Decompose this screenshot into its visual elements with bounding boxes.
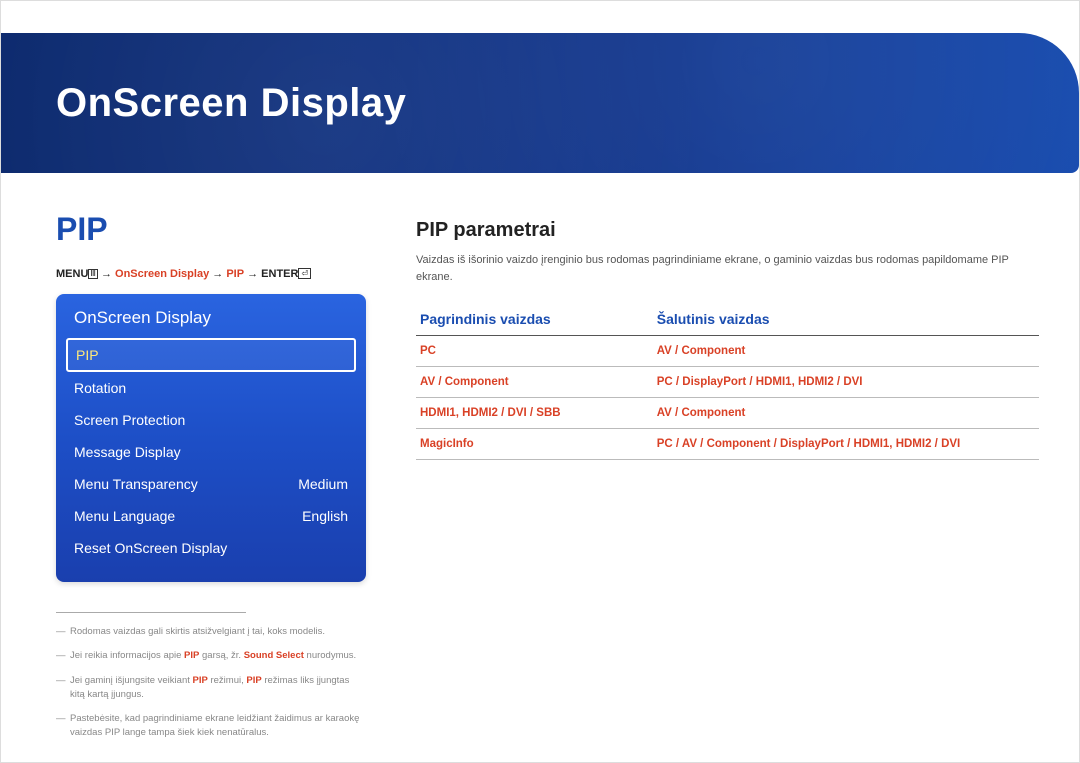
osd-item-label: Reset OnScreen Display (74, 540, 227, 556)
page: OnScreen Display PIP MENUⅢ → OnScreen Di… (0, 0, 1080, 763)
osd-panel-title: OnScreen Display (56, 308, 366, 338)
osd-item-reset[interactable]: Reset OnScreen Display (56, 532, 366, 564)
osd-item-message-display[interactable]: Message Display (56, 436, 366, 468)
table-row: MagicInfo PC / AV / Component / DisplayP… (416, 429, 1039, 460)
footnote-2: Jei reikia informacijos apie PIP garsą, … (56, 649, 366, 663)
osd-item-label: Menu Transparency (74, 476, 198, 492)
footnote-4: Pastebėsite, kad pagrindiniame ekrane le… (56, 712, 366, 741)
osd-menu-panel: OnScreen Display PIP Rotation Screen Pro… (56, 294, 366, 582)
main-source: HDMI1, HDMI2 / DVI / SBB (416, 398, 653, 429)
chapter-header: OnScreen Display (1, 33, 1079, 173)
osd-item-menu-language[interactable]: Menu Language English (56, 500, 366, 532)
osd-item-screen-protection[interactable]: Screen Protection (56, 404, 366, 436)
main-source: MagicInfo (416, 429, 653, 460)
sub-source: PC / AV / Component / DisplayPort / HDMI… (653, 429, 1039, 460)
table-row: PC AV / Component (416, 336, 1039, 367)
left-column: PIP MENUⅢ → OnScreen Display → PIP → ENT… (56, 211, 366, 742)
sub-source: AV / Component (653, 336, 1039, 367)
pip-params-title: PIP parametrai (416, 219, 1039, 242)
osd-item-label: Menu Language (74, 508, 175, 524)
breadcrumb-arrow: → (247, 268, 258, 280)
osd-item-label: Message Display (74, 444, 181, 460)
table-header-sub: Šalutinis vaizdas (653, 303, 1039, 336)
osd-item-label: PIP (76, 347, 99, 363)
menu-breadcrumb: MENUⅢ → OnScreen Display → PIP → ENTER⏎ (56, 268, 366, 280)
breadcrumb-menu: MENU (56, 268, 88, 280)
osd-item-rotation[interactable]: Rotation (56, 372, 366, 404)
sub-source: AV / Component (653, 398, 1039, 429)
osd-item-value: English (302, 508, 348, 524)
breadcrumb-enter: ENTER (261, 268, 298, 280)
table-row: HDMI1, HDMI2 / DVI / SBB AV / Component (416, 398, 1039, 429)
osd-item-menu-transparency[interactable]: Menu Transparency Medium (56, 468, 366, 500)
footnotes: Rodomas vaizdas gali skirtis atsižvelgia… (56, 625, 366, 741)
section-heading-pip: PIP (56, 211, 366, 248)
footnote-1: Rodomas vaizdas gali skirtis atsižvelgia… (56, 625, 366, 639)
pip-params-table: Pagrindinis vaizdas Šalutinis vaizdas PC… (416, 303, 1039, 460)
sub-source: PC / DisplayPort / HDMI1, HDMI2 / DVI (653, 367, 1039, 398)
breadcrumb-arrow: → (101, 268, 112, 280)
table-header-main: Pagrindinis vaizdas (416, 303, 653, 336)
main-source: PC (416, 336, 653, 367)
osd-item-value: Medium (298, 476, 348, 492)
osd-item-label: Screen Protection (74, 412, 185, 428)
breadcrumb-path2: PIP (226, 268, 244, 280)
breadcrumb-path1: OnScreen Display (115, 268, 209, 280)
menu-icon: Ⅲ (88, 269, 98, 279)
enter-icon: ⏎ (298, 268, 311, 279)
breadcrumb-arrow: → (212, 268, 223, 280)
osd-item-label: Rotation (74, 380, 126, 396)
osd-item-pip[interactable]: PIP (66, 338, 356, 372)
content-area: PIP MENUⅢ → OnScreen Display → PIP → ENT… (56, 211, 1039, 742)
footnote-3: Jei gaminį išjungsite veikiant PIP režim… (56, 674, 366, 703)
main-source: AV / Component (416, 367, 653, 398)
footnote-divider (56, 612, 246, 613)
pip-params-desc: Vaizdas iš išorinio vaizdo įrenginio bus… (416, 252, 1039, 285)
right-column: PIP parametrai Vaizdas iš išorinio vaizd… (416, 211, 1039, 742)
chapter-title: OnScreen Display (56, 81, 406, 126)
table-row: AV / Component PC / DisplayPort / HDMI1,… (416, 367, 1039, 398)
